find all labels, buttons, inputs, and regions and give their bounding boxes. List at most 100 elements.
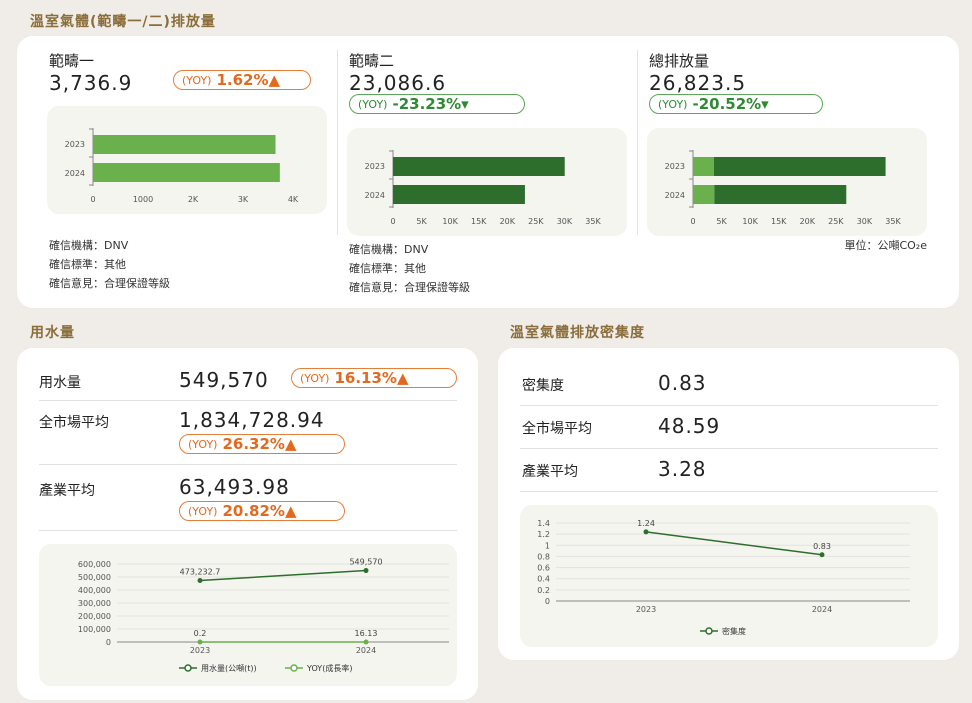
- legend-marker: [705, 627, 713, 635]
- row-divider: [520, 448, 938, 449]
- total-block: 總排放量 26,823.5: [649, 50, 746, 95]
- scope2-block: 範疇二 23,086.6: [349, 50, 446, 95]
- x-tick: 5K: [416, 217, 427, 226]
- ghg-card: 範疇一 3,736.9 (YOY) 1.62%▲ 2023 2024 0 1000…: [17, 36, 959, 308]
- water-card: 用水量 549,570 (YOY) 16.13%▲ 全市場平均 1,834,72…: [17, 348, 478, 700]
- industry-avg-value: 63,493.98: [179, 475, 290, 499]
- legend-label: 密集度: [722, 626, 746, 636]
- x-tick: 30K: [557, 217, 573, 226]
- ghg-section-title: 溫室氣體(範疇一/二)排放量: [30, 14, 216, 30]
- bar-2023-scope2: [713, 157, 886, 176]
- water-section-title: 用水量: [30, 325, 75, 341]
- y-tick: 0: [545, 597, 550, 606]
- scope2-chart: 2023 2024 0 5K 10K 15K 20K 25K 30K 35K: [347, 128, 627, 236]
- bar-2023: [93, 135, 276, 154]
- y-tick: 0.2: [537, 586, 550, 595]
- series-line: [645, 531, 823, 556]
- data-label: 549,570: [349, 558, 382, 567]
- density-industry-avg-value: 3.28: [658, 457, 707, 481]
- divider: [637, 50, 638, 235]
- y-tick: 2023: [665, 162, 685, 171]
- data-label: 1.24: [637, 519, 655, 528]
- x-tick: 4K: [288, 195, 299, 204]
- data-point: [197, 639, 203, 645]
- y-tick: 2023: [65, 140, 85, 149]
- divider: [337, 50, 338, 235]
- total-value: 26,823.5: [649, 71, 747, 95]
- series-line: [199, 569, 367, 582]
- row-divider: [520, 405, 938, 406]
- density-market-avg-value: 48.59: [658, 414, 721, 438]
- y-tick: 0.6: [537, 564, 550, 573]
- y-tick: 2024: [65, 169, 85, 178]
- density-section-title: 溫室氣體排放密集度: [510, 325, 645, 341]
- water-chart: 0 100,000 200,000 300,000 400,000 500,000 600,…: [39, 544, 457, 686]
- yoy-label: (YOY): [300, 371, 330, 385]
- market-avg-value: 1,834,728.94: [179, 408, 325, 432]
- density-label: 密集度: [522, 378, 564, 394]
- yoy-label: (YOY): [658, 97, 688, 111]
- y-tick: 300,000: [78, 599, 111, 608]
- scope1-chart: 2023 2024 0 1000 2K 3K 4K: [47, 106, 327, 214]
- unit-label: 單位：公噸CO₂e: [844, 239, 927, 252]
- legend-label: YOY(成長率): [306, 663, 352, 673]
- y-tick: 1: [545, 541, 550, 550]
- x-tick: 2024: [356, 646, 376, 655]
- x-tick: 0: [90, 195, 95, 204]
- x-tick: 30K: [857, 217, 873, 226]
- x-tick: 15K: [771, 217, 787, 226]
- y-tick: 0: [106, 638, 111, 647]
- density-industry-avg-label: 產業平均: [522, 464, 578, 480]
- bar-2024-scope2: [714, 185, 847, 204]
- data-point: [819, 552, 825, 558]
- scope2-yoy-badge: (YOY) -23.23%▾: [349, 94, 525, 114]
- density-card: 密集度 0.83 全市場平均 48.59 產業平均 3.28 0 0.2 0.4 0.…: [498, 348, 959, 660]
- y-tick: 2023: [365, 162, 385, 171]
- yoy-label: (YOY): [182, 73, 212, 87]
- total-yoy-badge: (YOY) -20.52%▾: [649, 94, 823, 114]
- row-divider: [520, 491, 938, 492]
- data-label: 0.83: [813, 542, 831, 551]
- data-point: [363, 639, 369, 645]
- info-line: 確信意見：合理保證等級: [349, 281, 470, 294]
- water-row-value: 549,570: [179, 368, 269, 392]
- water-line-chart: 0 100,000 200,000 300,000 400,000 500,000 600,…: [78, 558, 449, 673]
- y-tick: 100,000: [78, 625, 111, 634]
- yoy-value: -20.52%▾: [692, 95, 769, 113]
- scope1-yoy-badge: (YOY) 1.62%▲: [173, 70, 311, 90]
- y-tick: 500,000: [78, 573, 111, 582]
- total-name: 總排放量: [649, 52, 710, 70]
- legend-marker: [290, 664, 298, 672]
- total-chart: 2023 2024 0 5K 10K 15K 20K 25K 30K 35K: [647, 128, 927, 236]
- yoy-value: 26.32%▲: [222, 435, 297, 453]
- x-tick: 35K: [585, 217, 601, 226]
- density-line-chart: 0 0.2 0.4 0.6 0.8 1 1.2 1.4 2023 2024 1.24 0.83 密集度: [537, 519, 910, 636]
- scope1-block: 範疇一 3,736.9: [49, 50, 132, 95]
- info-line: 確信標準：其他: [349, 262, 426, 275]
- row-divider: [39, 400, 457, 401]
- x-tick: 20K: [500, 217, 516, 226]
- market-avg-label: 全市場平均: [39, 415, 109, 431]
- y-tick: 0.4: [537, 575, 550, 584]
- info-line: 確信標準：其他: [49, 258, 126, 271]
- yoy-label: (YOY): [188, 504, 218, 518]
- y-tick: 200,000: [78, 612, 111, 621]
- yoy-value: 16.13%▲: [334, 369, 409, 387]
- yoy-label: (YOY): [188, 437, 218, 451]
- legend-marker: [184, 664, 192, 672]
- row-divider: [39, 530, 457, 531]
- y-tick: 1.4: [537, 519, 550, 528]
- yoy-value: 20.82%▲: [222, 502, 297, 520]
- x-tick: 2K: [188, 195, 199, 204]
- scope2-name: 範疇二: [349, 52, 395, 70]
- data-label: 16.13: [355, 629, 378, 638]
- density-market-avg-label: 全市場平均: [522, 421, 592, 437]
- x-tick: 15K: [471, 217, 487, 226]
- scope1-info: 確信機構：DNV 確信標準：其他 確信意見：合理保證等級: [49, 236, 170, 293]
- density-chart: 0 0.2 0.4 0.6 0.8 1 1.2 1.4 2023 2024 1.24 0.83 密集度: [520, 505, 938, 647]
- scope2-info: 確信機構：DNV 確信標準：其他 確信意見：合理保證等級: [349, 240, 470, 297]
- water-row-label: 用水量: [39, 375, 81, 391]
- x-tick: 0: [690, 217, 695, 226]
- water-yoy-badge: (YOY) 16.13%▲: [291, 368, 457, 388]
- info-line: 確信意見：合理保證等級: [49, 277, 170, 290]
